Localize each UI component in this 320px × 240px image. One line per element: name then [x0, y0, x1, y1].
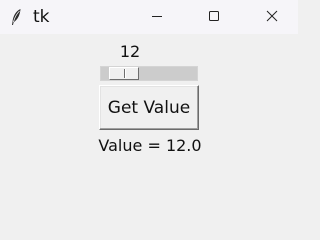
scale-slider-trough[interactable] — [100, 66, 198, 81]
minimize-button[interactable] — [134, 0, 180, 32]
title-bar[interactable]: tk — [0, 0, 298, 34]
get-value-button[interactable]: Get Value — [99, 85, 199, 130]
close-icon — [266, 10, 278, 22]
window-content: 12 Get Value Value = 12.0 — [0, 34, 298, 232]
feather-icon — [12, 9, 21, 25]
scale-value-label: 12 — [119, 42, 141, 61]
result-label: Value = 12.0 — [98, 136, 202, 155]
maximize-button[interactable] — [191, 0, 237, 32]
close-button[interactable] — [249, 0, 295, 32]
tk-window: tk 12 Get Value Value = 12.0 — [0, 0, 298, 232]
window-title: tk — [33, 7, 50, 27]
maximize-icon — [209, 11, 219, 21]
minimize-icon — [152, 16, 162, 17]
scale-slider-handle[interactable] — [109, 67, 139, 80]
slider-grip — [124, 69, 125, 78]
